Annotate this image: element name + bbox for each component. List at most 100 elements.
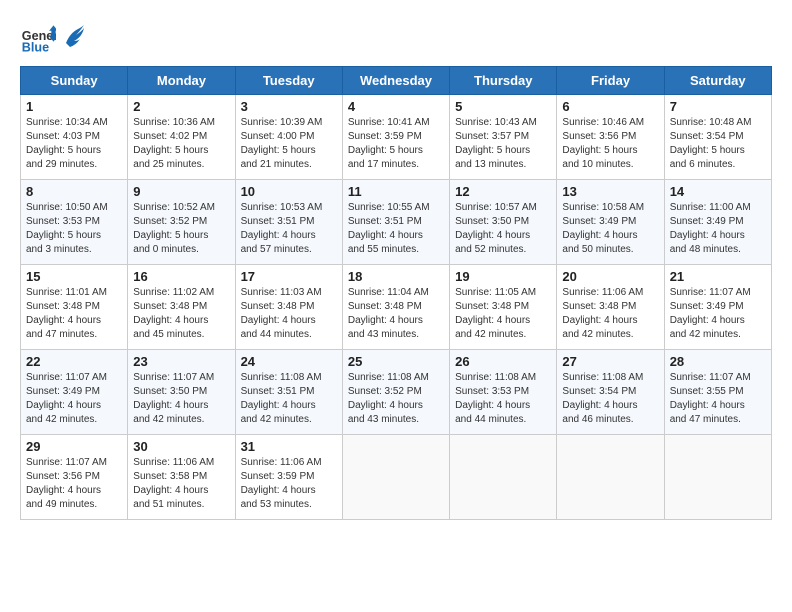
calendar-cell: 1 Sunrise: 10:34 AMSunset: 4:03 PMDayligh… — [21, 95, 128, 180]
day-info: Sunrise: 10:36 AMSunset: 4:02 PMDaylight… — [133, 116, 229, 172]
calendar-cell: 27 Sunrise: 11:08 AMSunset: 3:54 PMDaylig… — [557, 350, 664, 435]
day-info: Sunrise: 11:06 AMSunset: 3:59 PMDaylight… — [241, 456, 337, 512]
day-number: 7 — [670, 99, 766, 114]
day-info: Sunrise: 10:39 AMSunset: 4:00 PMDaylight… — [241, 116, 337, 172]
calendar-cell: 16 Sunrise: 11:02 AMSunset: 3:48 PMDaylig… — [128, 265, 235, 350]
calendar-cell: 11 Sunrise: 10:55 AMSunset: 3:51 PMDaylig… — [342, 180, 449, 265]
calendar-cell: 31 Sunrise: 11:06 AMSunset: 3:59 PMDaylig… — [235, 435, 342, 520]
calendar-cell: 2Sunrise: 10:36 AMSunset: 4:02 PMDayligh… — [128, 95, 235, 180]
logo-icon: General Blue — [20, 20, 56, 56]
day-info: Sunrise: 10:58 AMSunset: 3:49 PMDaylight… — [562, 201, 658, 257]
calendar-cell: 12 Sunrise: 10:57 AMSunset: 3:50 PMDaylig… — [450, 180, 557, 265]
day-number: 31 — [241, 439, 337, 454]
day-number: 16 — [133, 269, 229, 284]
day-number: 19 — [455, 269, 551, 284]
day-info: Sunrise: 11:03 AMSunset: 3:48 PMDaylight… — [241, 286, 337, 342]
day-number: 6 — [562, 99, 658, 114]
logo-bird-icon — [62, 23, 84, 53]
calendar-cell: 26 Sunrise: 11:08 AMSunset: 3:53 PMDaylig… — [450, 350, 557, 435]
day-number: 11 — [348, 184, 444, 199]
day-info: Sunrise: 10:41 AMSunset: 3:59 PMDaylight… — [348, 116, 444, 172]
day-number: 15 — [26, 269, 122, 284]
day-number: 5 — [455, 99, 551, 114]
day-info: Sunrise: 11:01 AMSunset: 3:48 PMDaylight… — [26, 286, 122, 342]
calendar-table: SundayMondayTuesdayWednesdayThursdayFrid… — [20, 66, 772, 520]
calendar-cell: 13 Sunrise: 10:58 AMSunset: 3:49 PMDaylig… — [557, 180, 664, 265]
day-info: Sunrise: 10:34 AMSunset: 4:03 PMDaylight… — [26, 116, 122, 172]
calendar-cell: 29Sunrise: 11:07 AMSunset: 3:56 PMDaylig… — [21, 435, 128, 520]
day-info: Sunrise: 10:52 AMSunset: 3:52 PMDaylight… — [133, 201, 229, 257]
day-number: 9 — [133, 184, 229, 199]
calendar-cell — [342, 435, 449, 520]
day-info: Sunrise: 10:43 AMSunset: 3:57 PMDaylight… — [455, 116, 551, 172]
day-info: Sunrise: 11:06 AMSunset: 3:58 PMDaylight… — [133, 456, 229, 512]
day-info: Sunrise: 11:08 AMSunset: 3:52 PMDaylight… — [348, 371, 444, 427]
day-info: Sunrise: 10:55 AMSunset: 3:51 PMDaylight… — [348, 201, 444, 257]
day-info: Sunrise: 11:07 AMSunset: 3:49 PMDaylight… — [670, 286, 766, 342]
day-number: 21 — [670, 269, 766, 284]
day-info: Sunrise: 11:08 AMSunset: 3:51 PMDaylight… — [241, 371, 337, 427]
day-number: 18 — [348, 269, 444, 284]
calendar-cell: 24 Sunrise: 11:08 AMSunset: 3:51 PMDaylig… — [235, 350, 342, 435]
calendar-cell: 25Sunrise: 11:08 AMSunset: 3:52 PMDaylig… — [342, 350, 449, 435]
calendar-cell: 22 Sunrise: 11:07 AMSunset: 3:49 PMDaylig… — [21, 350, 128, 435]
day-number: 8 — [26, 184, 122, 199]
day-info: Sunrise: 10:46 AMSunset: 3:56 PMDaylight… — [562, 116, 658, 172]
calendar-cell: 9 Sunrise: 10:52 AMSunset: 3:52 PMDayligh… — [128, 180, 235, 265]
weekday-header-thursday: Thursday — [450, 67, 557, 95]
day-info: Sunrise: 11:07 AMSunset: 3:56 PMDaylight… — [26, 456, 122, 512]
day-number: 14 — [670, 184, 766, 199]
calendar-cell: 28 Sunrise: 11:07 AMSunset: 3:55 PMDaylig… — [664, 350, 771, 435]
calendar-week-1: 1 Sunrise: 10:34 AMSunset: 4:03 PMDayligh… — [21, 95, 772, 180]
day-info: Sunrise: 10:57 AMSunset: 3:50 PMDaylight… — [455, 201, 551, 257]
day-number: 17 — [241, 269, 337, 284]
day-info: Sunrise: 11:05 AMSunset: 3:48 PMDaylight… — [455, 286, 551, 342]
weekday-header-wednesday: Wednesday — [342, 67, 449, 95]
day-number: 10 — [241, 184, 337, 199]
calendar-cell: 10 Sunrise: 10:53 AMSunset: 3:51 PMDaylig… — [235, 180, 342, 265]
weekday-header-friday: Friday — [557, 67, 664, 95]
day-number: 20 — [562, 269, 658, 284]
calendar-cell: 5 Sunrise: 10:43 AMSunset: 3:57 PMDayligh… — [450, 95, 557, 180]
weekday-header-tuesday: Tuesday — [235, 67, 342, 95]
day-info: Sunrise: 11:00 AMSunset: 3:49 PMDaylight… — [670, 201, 766, 257]
calendar-cell: 18 Sunrise: 11:04 AMSunset: 3:48 PMDaylig… — [342, 265, 449, 350]
day-number: 3 — [241, 99, 337, 114]
day-info: Sunrise: 11:07 AMSunset: 3:55 PMDaylight… — [670, 371, 766, 427]
weekday-header-sunday: Sunday — [21, 67, 128, 95]
day-info: Sunrise: 11:08 AMSunset: 3:54 PMDaylight… — [562, 371, 658, 427]
calendar-week-5: 29Sunrise: 11:07 AMSunset: 3:56 PMDaylig… — [21, 435, 772, 520]
day-number: 27 — [562, 354, 658, 369]
day-info: Sunrise: 11:04 AMSunset: 3:48 PMDaylight… — [348, 286, 444, 342]
day-number: 12 — [455, 184, 551, 199]
calendar-cell: 20 Sunrise: 11:06 AMSunset: 3:48 PMDaylig… — [557, 265, 664, 350]
calendar-cell: 3 Sunrise: 10:39 AMSunset: 4:00 PMDayligh… — [235, 95, 342, 180]
day-number: 30 — [133, 439, 229, 454]
day-info: Sunrise: 11:07 AMSunset: 3:49 PMDaylight… — [26, 371, 122, 427]
day-number: 23 — [133, 354, 229, 369]
calendar-cell: 19 Sunrise: 11:05 AMSunset: 3:48 PMDaylig… — [450, 265, 557, 350]
day-info: Sunrise: 11:07 AMSunset: 3:50 PMDaylight… — [133, 371, 229, 427]
weekday-header-monday: Monday — [128, 67, 235, 95]
day-number: 26 — [455, 354, 551, 369]
day-number: 22 — [26, 354, 122, 369]
day-info: Sunrise: 11:02 AMSunset: 3:48 PMDaylight… — [133, 286, 229, 342]
day-number: 28 — [670, 354, 766, 369]
calendar-cell — [557, 435, 664, 520]
calendar-cell: 7 Sunrise: 10:48 AMSunset: 3:54 PMDayligh… — [664, 95, 771, 180]
calendar-cell — [664, 435, 771, 520]
day-info: Sunrise: 10:53 AMSunset: 3:51 PMDaylight… — [241, 201, 337, 257]
logo: General Blue — [20, 20, 84, 56]
calendar-week-4: 22 Sunrise: 11:07 AMSunset: 3:49 PMDaylig… — [21, 350, 772, 435]
day-number: 24 — [241, 354, 337, 369]
day-number: 13 — [562, 184, 658, 199]
calendar-cell: 8 Sunrise: 10:50 AMSunset: 3:53 PMDayligh… — [21, 180, 128, 265]
day-info: Sunrise: 10:48 AMSunset: 3:54 PMDaylight… — [670, 116, 766, 172]
day-info: Sunrise: 11:08 AMSunset: 3:53 PMDaylight… — [455, 371, 551, 427]
day-info: Sunrise: 10:50 AMSunset: 3:53 PMDaylight… — [26, 201, 122, 257]
day-info: Sunrise: 11:06 AMSunset: 3:48 PMDaylight… — [562, 286, 658, 342]
day-number: 1 — [26, 99, 122, 114]
day-number: 4 — [348, 99, 444, 114]
calendar-week-2: 8 Sunrise: 10:50 AMSunset: 3:53 PMDayligh… — [21, 180, 772, 265]
page-header: General Blue — [20, 20, 772, 56]
